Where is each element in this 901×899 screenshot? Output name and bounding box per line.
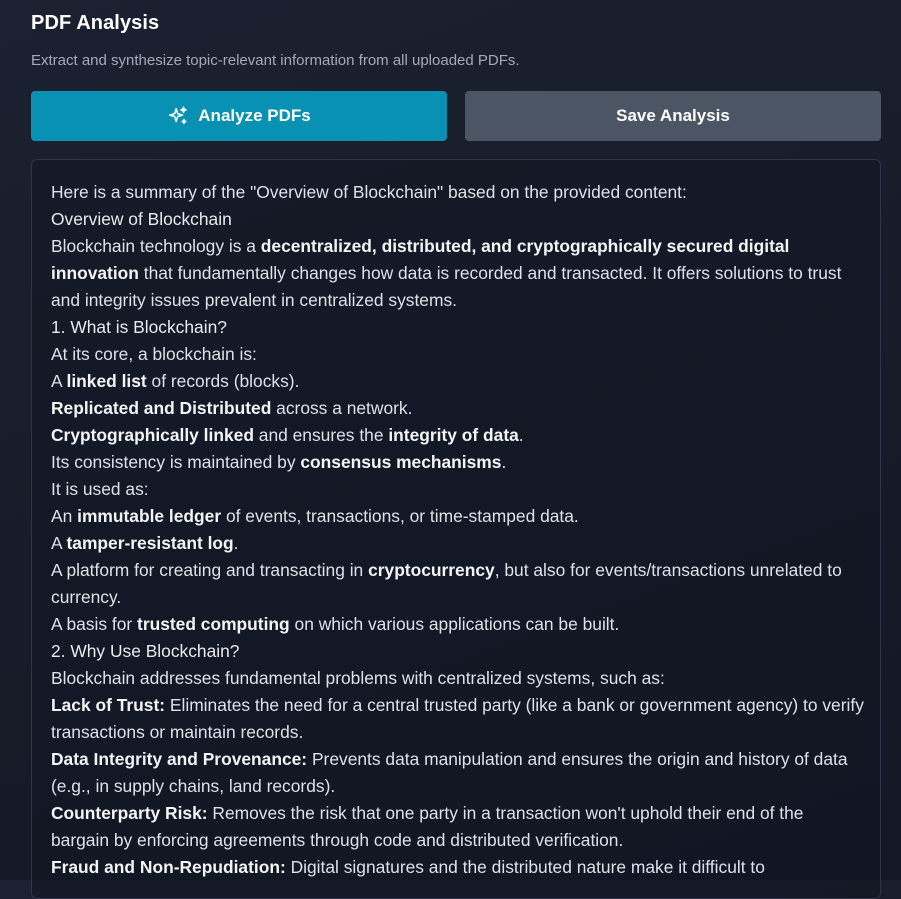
section-intro: Blockchain addresses fundamental problem…: [51, 668, 665, 688]
list-item: A linked list of records (blocks).: [51, 371, 300, 391]
sparkles-icon: [167, 105, 189, 127]
save-analysis-label: Save Analysis: [616, 106, 730, 125]
analysis-intro: Here is a summary of the "Overview of Bl…: [51, 182, 687, 202]
panel-subtitle: Extract and synthesize topic-relevant in…: [31, 52, 520, 69]
analysis-heading: Overview of Blockchain: [51, 209, 232, 229]
list-item: A tamper-resistant log.: [51, 533, 239, 553]
analyze-pdfs-label: Analyze PDFs: [198, 106, 311, 125]
list-item: Its consistency is maintained by consens…: [51, 452, 507, 472]
analysis-text: Here is a summary of the "Overview of Bl…: [51, 179, 866, 881]
analyze-pdfs-button[interactable]: Analyze PDFs: [31, 91, 447, 141]
section-heading: 1. What is Blockchain?: [51, 317, 227, 337]
list-item: Data Integrity and Provenance: Prevents …: [51, 749, 848, 796]
panel-title: PDF Analysis: [31, 12, 160, 34]
list-item: Replicated and Distributed across a netw…: [51, 398, 413, 418]
section-intro: It is used as:: [51, 479, 149, 499]
section-intro: At its core, a blockchain is:: [51, 344, 257, 364]
list-item: Cryptographically linked and ensures the…: [51, 425, 524, 445]
list-item: An immutable ledger of events, transacti…: [51, 506, 579, 526]
list-item: Counterparty Risk: Removes the risk that…: [51, 803, 804, 850]
list-item: Fraud and Non-Repudiation: Digital signa…: [51, 857, 765, 877]
pdf-analysis-panel: PDF Analysis Extract and synthesize topi…: [0, 0, 901, 899]
analysis-output[interactable]: Here is a summary of the "Overview of Bl…: [31, 159, 881, 899]
analysis-paragraph: Blockchain technology is a decentralized…: [51, 236, 842, 310]
list-item: A basis for trusted computing on which v…: [51, 614, 620, 634]
section-heading: 2. Why Use Blockchain?: [51, 641, 240, 661]
list-item: A platform for creating and transacting …: [51, 560, 842, 607]
save-analysis-button[interactable]: Save Analysis: [465, 91, 881, 141]
list-item: Lack of Trust: Eliminates the need for a…: [51, 695, 864, 742]
